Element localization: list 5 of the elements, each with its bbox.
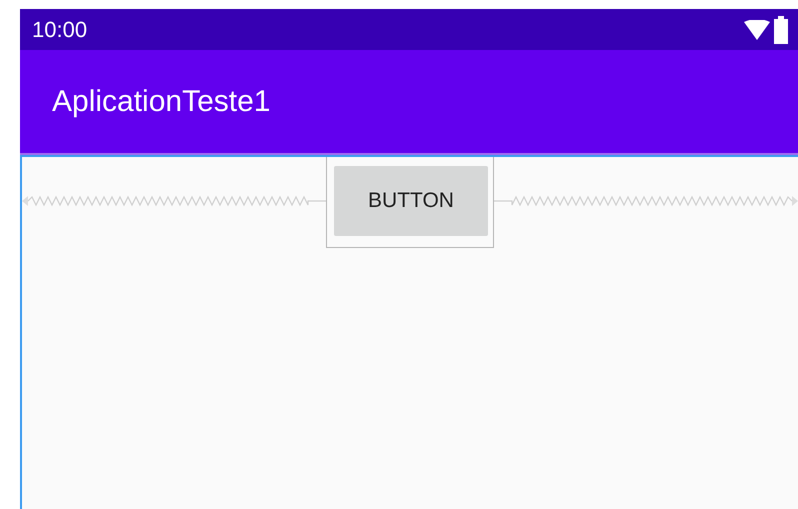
button[interactable]: BUTTON	[334, 166, 488, 236]
wifi-icon	[744, 20, 770, 40]
battery-icon	[774, 16, 788, 44]
app-title: AplicationTeste1	[52, 84, 270, 120]
status-time: 10:00	[32, 18, 88, 40]
